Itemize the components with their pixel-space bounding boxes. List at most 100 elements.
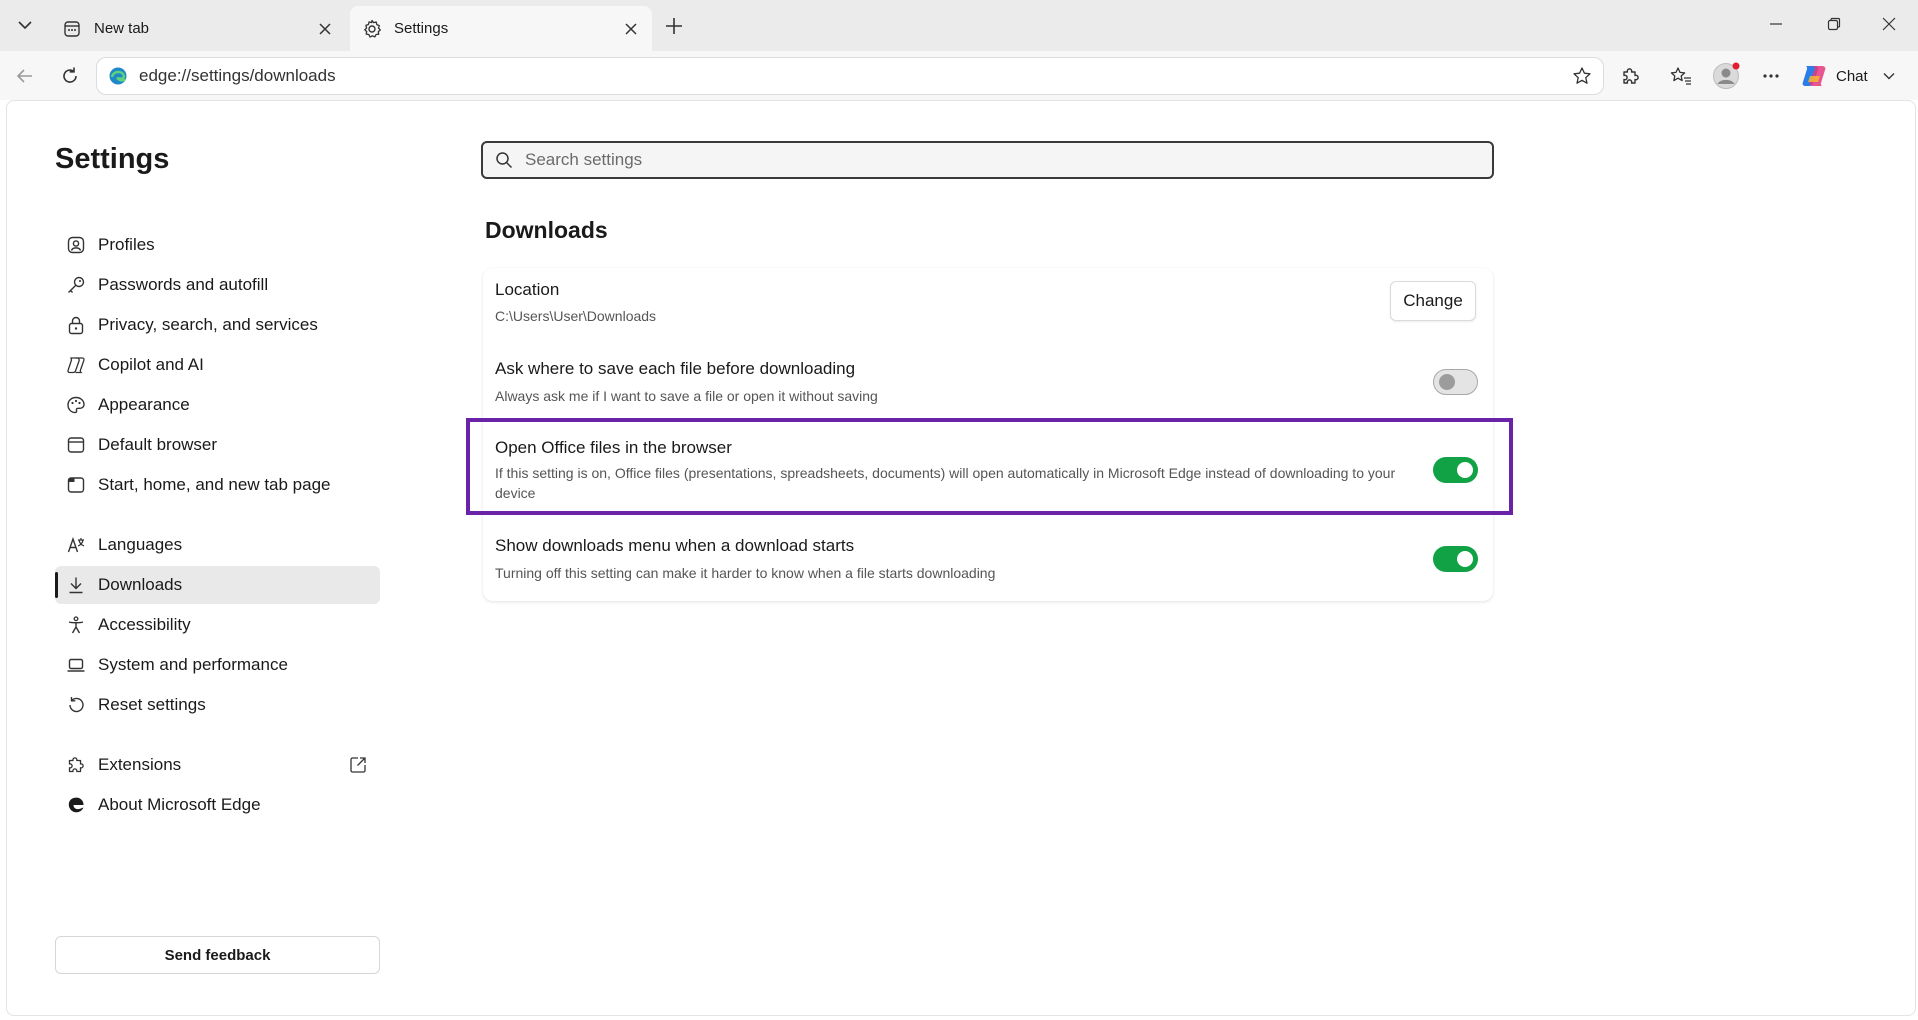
sidebar-item-passwords-and-autofill[interactable]: Passwords and autofill bbox=[55, 266, 380, 304]
tab-label: Settings bbox=[394, 20, 449, 37]
section-title: Downloads bbox=[485, 217, 608, 243]
copilot-icon bbox=[1802, 66, 1826, 86]
title-bar: New tab Settings bbox=[0, 0, 1918, 51]
laptop-icon bbox=[65, 654, 87, 676]
profile-icon bbox=[65, 234, 87, 256]
accessibility-icon bbox=[65, 614, 87, 636]
restore-icon bbox=[1827, 17, 1841, 31]
tab-label: New tab bbox=[94, 20, 150, 37]
sidebar-item-privacy-search-services[interactable]: Privacy, search, and services bbox=[55, 306, 380, 344]
sidebar-item-label: Appearance bbox=[98, 395, 190, 414]
browser-toolbar: edge://settings/downloads Chat bbox=[0, 51, 1918, 100]
sidebar-item-label: Profiles bbox=[98, 235, 155, 254]
sidebar-item-label: Languages bbox=[98, 535, 183, 554]
sidebar-item-profiles[interactable]: Profiles bbox=[55, 226, 380, 264]
gear-icon bbox=[362, 19, 382, 39]
copilot-chat-button[interactable]: Chat bbox=[1800, 58, 1896, 94]
sidebar-item-default-browser[interactable]: Default browser bbox=[55, 426, 380, 464]
sidebar-item-start-home-new-tab[interactable]: Start, home, and new tab page bbox=[55, 466, 380, 504]
chat-label: Chat bbox=[1836, 67, 1868, 85]
lock-icon bbox=[65, 314, 87, 336]
download-icon bbox=[65, 574, 87, 596]
minimize-button[interactable] bbox=[1747, 0, 1805, 48]
back-button[interactable] bbox=[7, 58, 43, 94]
sidebar-item-label: Copilot and AI bbox=[98, 355, 204, 374]
languages-icon bbox=[65, 534, 87, 556]
favorites-icon bbox=[1670, 67, 1691, 85]
home-icon bbox=[65, 474, 87, 496]
page-title: Settings bbox=[55, 143, 170, 175]
avatar bbox=[1713, 62, 1740, 89]
location-path: C:\Users\User\Downloads bbox=[495, 308, 657, 324]
new-tab-button[interactable] bbox=[656, 8, 692, 44]
ask-where-to-save-desc: Always ask me if I want to save a file o… bbox=[495, 388, 878, 404]
puzzle-icon bbox=[1623, 68, 1639, 84]
plus-icon bbox=[666, 18, 682, 34]
back-arrow-icon bbox=[16, 69, 32, 83]
sidebar-item-label: Downloads bbox=[98, 575, 183, 594]
settings-more-button[interactable] bbox=[1753, 58, 1789, 94]
sidebar-item-label: System and performance bbox=[98, 655, 288, 674]
more-options-icon bbox=[1763, 74, 1779, 78]
minimize-icon bbox=[1770, 23, 1782, 25]
show-downloads-menu-title: Show downloads menu when a download star… bbox=[495, 536, 855, 555]
tab-new-tab[interactable]: New tab bbox=[50, 6, 346, 51]
edge-icon bbox=[65, 794, 87, 816]
close-icon bbox=[1882, 17, 1896, 31]
sidebar-item-downloads[interactable]: Downloads bbox=[55, 566, 380, 604]
restore-button[interactable] bbox=[1805, 0, 1863, 48]
sidebar-item-copilot-and-ai[interactable]: Copilot and AI bbox=[55, 346, 380, 384]
sidebar-item-about-microsoft-edge[interactable]: About Microsoft Edge bbox=[55, 786, 380, 824]
sidebar-item-label: Default browser bbox=[98, 435, 218, 454]
profile-button[interactable] bbox=[1708, 58, 1744, 94]
sidebar-item-label: Passwords and autofill bbox=[98, 275, 269, 294]
sidebar-item-languages[interactable]: Languages bbox=[55, 526, 380, 564]
address-bar[interactable]: edge://settings/downloads bbox=[96, 57, 1604, 95]
add-favorite-star-icon[interactable] bbox=[1567, 61, 1597, 91]
refresh-icon bbox=[63, 67, 77, 83]
ask-where-to-save-title: Ask where to save each file before downl… bbox=[495, 359, 856, 378]
highlight-box bbox=[466, 418, 1513, 515]
address-url: edge://settings/downloads bbox=[139, 66, 336, 85]
reset-icon bbox=[65, 694, 87, 716]
sidebar-item-label: Start, home, and new tab page bbox=[98, 475, 331, 494]
chevron-down-icon[interactable] bbox=[1882, 69, 1896, 83]
change-location-button[interactable]: Change bbox=[1390, 281, 1476, 321]
sidebar-item-label: Privacy, search, and services bbox=[98, 315, 318, 334]
favorites-button[interactable] bbox=[1663, 58, 1699, 94]
search-input[interactable] bbox=[523, 149, 1492, 171]
close-tab-icon[interactable] bbox=[618, 16, 644, 42]
show-downloads-menu-toggle[interactable] bbox=[1433, 546, 1478, 572]
copilot-icon bbox=[65, 354, 87, 376]
search-icon bbox=[495, 151, 513, 169]
tab-settings[interactable]: Settings bbox=[350, 6, 652, 51]
puzzle-icon bbox=[65, 754, 87, 776]
external-link-icon bbox=[350, 757, 366, 773]
search-settings-field[interactable] bbox=[481, 141, 1494, 179]
toggle-knob bbox=[1457, 551, 1473, 567]
sidebar-item-appearance[interactable]: Appearance bbox=[55, 386, 380, 424]
sidebar-item-accessibility[interactable]: Accessibility bbox=[55, 606, 380, 644]
close-window-button[interactable] bbox=[1860, 0, 1918, 48]
ask-where-to-save-toggle[interactable] bbox=[1433, 369, 1478, 395]
sidebar-item-extensions[interactable]: Extensions bbox=[55, 746, 380, 784]
tab-actions-dropdown[interactable] bbox=[6, 6, 44, 44]
new-tab-page-icon bbox=[62, 19, 82, 39]
chevron-down-icon bbox=[18, 21, 32, 30]
browser-icon bbox=[65, 434, 87, 456]
sidebar-item-label: Accessibility bbox=[98, 615, 191, 634]
sidebar-item-label: Reset settings bbox=[98, 695, 206, 714]
sidebar-item-label: Extensions bbox=[98, 755, 182, 774]
send-feedback-button[interactable]: Send feedback bbox=[55, 936, 380, 974]
palette-icon bbox=[65, 394, 87, 416]
location-title: Location bbox=[495, 280, 560, 299]
key-icon bbox=[65, 274, 87, 296]
refresh-button[interactable] bbox=[52, 58, 88, 94]
extensions-button[interactable] bbox=[1612, 58, 1648, 94]
sidebar-item-label: About Microsoft Edge bbox=[98, 795, 261, 814]
sidebar-item-reset-settings[interactable]: Reset settings bbox=[55, 686, 380, 724]
sidebar-item-system-and-performance[interactable]: System and performance bbox=[55, 646, 380, 684]
show-downloads-menu-desc: Turning off this setting can make it har… bbox=[495, 565, 996, 581]
toggle-knob bbox=[1439, 374, 1455, 390]
close-tab-icon[interactable] bbox=[312, 16, 338, 42]
